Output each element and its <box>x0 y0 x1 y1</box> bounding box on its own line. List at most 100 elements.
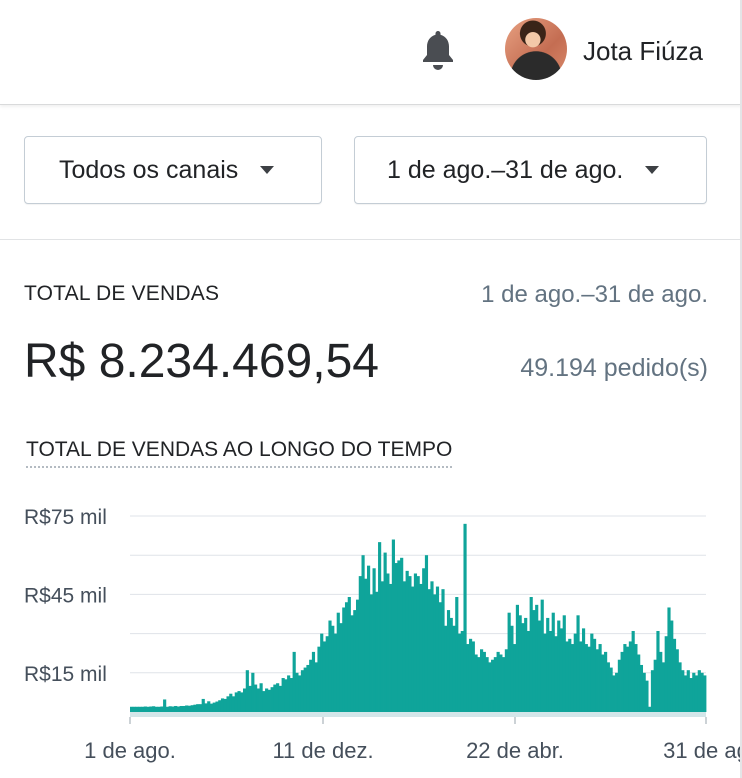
sales-bar <box>289 678 294 712</box>
channel-select[interactable]: Todos os canais <box>24 136 322 204</box>
sales-bar <box>284 679 288 712</box>
sales-bar <box>187 705 192 712</box>
total-sales-range: 1 de ago.–31 de ago. <box>481 281 708 308</box>
sales-bar <box>422 568 426 712</box>
sales-bar <box>449 617 453 712</box>
sales-bar <box>502 657 506 712</box>
sales-bar <box>683 675 688 712</box>
sales-bar <box>273 684 277 712</box>
sales-bar <box>526 630 531 712</box>
y-tick-label: R$15 mil <box>24 663 107 686</box>
sales-bar <box>278 685 282 712</box>
x-tick-label: 22 de abr. <box>466 738 564 763</box>
sales-bar <box>201 698 205 712</box>
sales-bar <box>193 704 197 712</box>
sales-bar <box>256 688 260 712</box>
sales-bar <box>408 576 412 712</box>
sales-bar <box>692 672 696 712</box>
sales-bar <box>138 706 142 712</box>
sales-bar <box>637 654 641 712</box>
date-range-select[interactable]: 1 de ago.–31 de ago. <box>354 136 707 204</box>
sales-bar <box>314 662 318 712</box>
sales-bar <box>433 594 437 712</box>
sales-bar <box>146 706 150 712</box>
sales-bar <box>565 641 569 712</box>
sales-bar <box>598 644 602 712</box>
sales-bar <box>160 706 164 712</box>
sales-bar <box>601 654 605 712</box>
sales-bar <box>149 706 153 712</box>
sales-bar <box>243 688 247 712</box>
sales-bar <box>529 597 533 712</box>
sales-bar <box>656 630 660 712</box>
sales-bar <box>132 706 136 712</box>
sales-bar <box>163 699 167 712</box>
sales-bar <box>411 586 415 712</box>
sales-bar <box>344 602 349 712</box>
sales-bar <box>231 696 236 712</box>
sales-bar <box>245 670 249 712</box>
sales-bar <box>609 667 613 712</box>
sales-bar <box>391 539 395 712</box>
sales-bar <box>595 649 599 712</box>
sales-bar <box>317 646 321 712</box>
sales-bar <box>143 706 147 712</box>
sales-bar <box>405 570 409 712</box>
sales-bar <box>130 706 134 712</box>
avatar[interactable] <box>505 18 567 80</box>
sales-bar <box>320 633 324 712</box>
top-bar: Jota Fiúza <box>0 0 742 105</box>
sales-bar <box>615 672 619 712</box>
chevron-down-icon <box>645 166 660 174</box>
sales-bar <box>537 620 542 712</box>
sales-bar <box>493 657 497 712</box>
sales-bar <box>174 705 178 712</box>
sales-bar <box>267 689 271 712</box>
sales-bar <box>499 654 503 712</box>
sales-bar <box>394 563 398 712</box>
sales-bar <box>457 633 462 712</box>
sales-bar <box>220 698 225 712</box>
sales-bar <box>298 675 302 712</box>
sales-bar <box>218 700 222 712</box>
filter-bar: Todos os canais 1 de ago.–31 de ago. <box>0 105 742 240</box>
sales-bar <box>554 636 558 712</box>
sales-bar <box>438 602 442 712</box>
sales-bar <box>631 630 635 712</box>
sales-bar <box>480 649 484 712</box>
user-name[interactable]: Jota Fiúza <box>583 36 703 67</box>
total-sales-value: R$ 8.234.469,54 <box>24 335 379 388</box>
sales-bar <box>678 662 682 712</box>
sales-bar <box>389 583 393 712</box>
sales-bar <box>689 678 693 712</box>
sales-bar <box>546 617 550 712</box>
sales-bar <box>212 702 216 712</box>
x-tick-label: 1 de ago. <box>84 738 176 763</box>
sales-bar <box>171 706 175 712</box>
total-sales-title: TOTAL DE VENDAS <box>24 282 220 305</box>
sales-bar <box>328 620 332 712</box>
sales-bar <box>397 560 401 712</box>
sales-bar <box>372 568 376 712</box>
sales-bar <box>311 651 316 712</box>
sales-bar <box>559 628 564 712</box>
sales-bar <box>347 597 351 712</box>
sales-bar <box>229 693 233 712</box>
bell-icon[interactable] <box>420 28 456 72</box>
sales-bar <box>141 706 145 712</box>
x-tick-label: 31 de ag <box>663 738 742 763</box>
sales-bar <box>570 644 575 712</box>
sales-bar <box>700 672 704 712</box>
sales-bar <box>135 706 139 712</box>
sales-bar <box>620 651 624 712</box>
sales-bar <box>485 657 489 712</box>
sales-bar <box>573 633 577 712</box>
chart-title[interactable]: TOTAL DE VENDAS AO LONGO DO TEMPO <box>26 438 453 468</box>
sales-bar <box>419 583 423 712</box>
sales-bar <box>510 625 514 712</box>
x-tick-label: 11 de dez. <box>272 738 373 763</box>
sales-bar <box>675 649 679 712</box>
sales-bar <box>604 651 608 712</box>
sales-bar <box>540 599 544 712</box>
x-axis-baseline <box>130 712 706 717</box>
